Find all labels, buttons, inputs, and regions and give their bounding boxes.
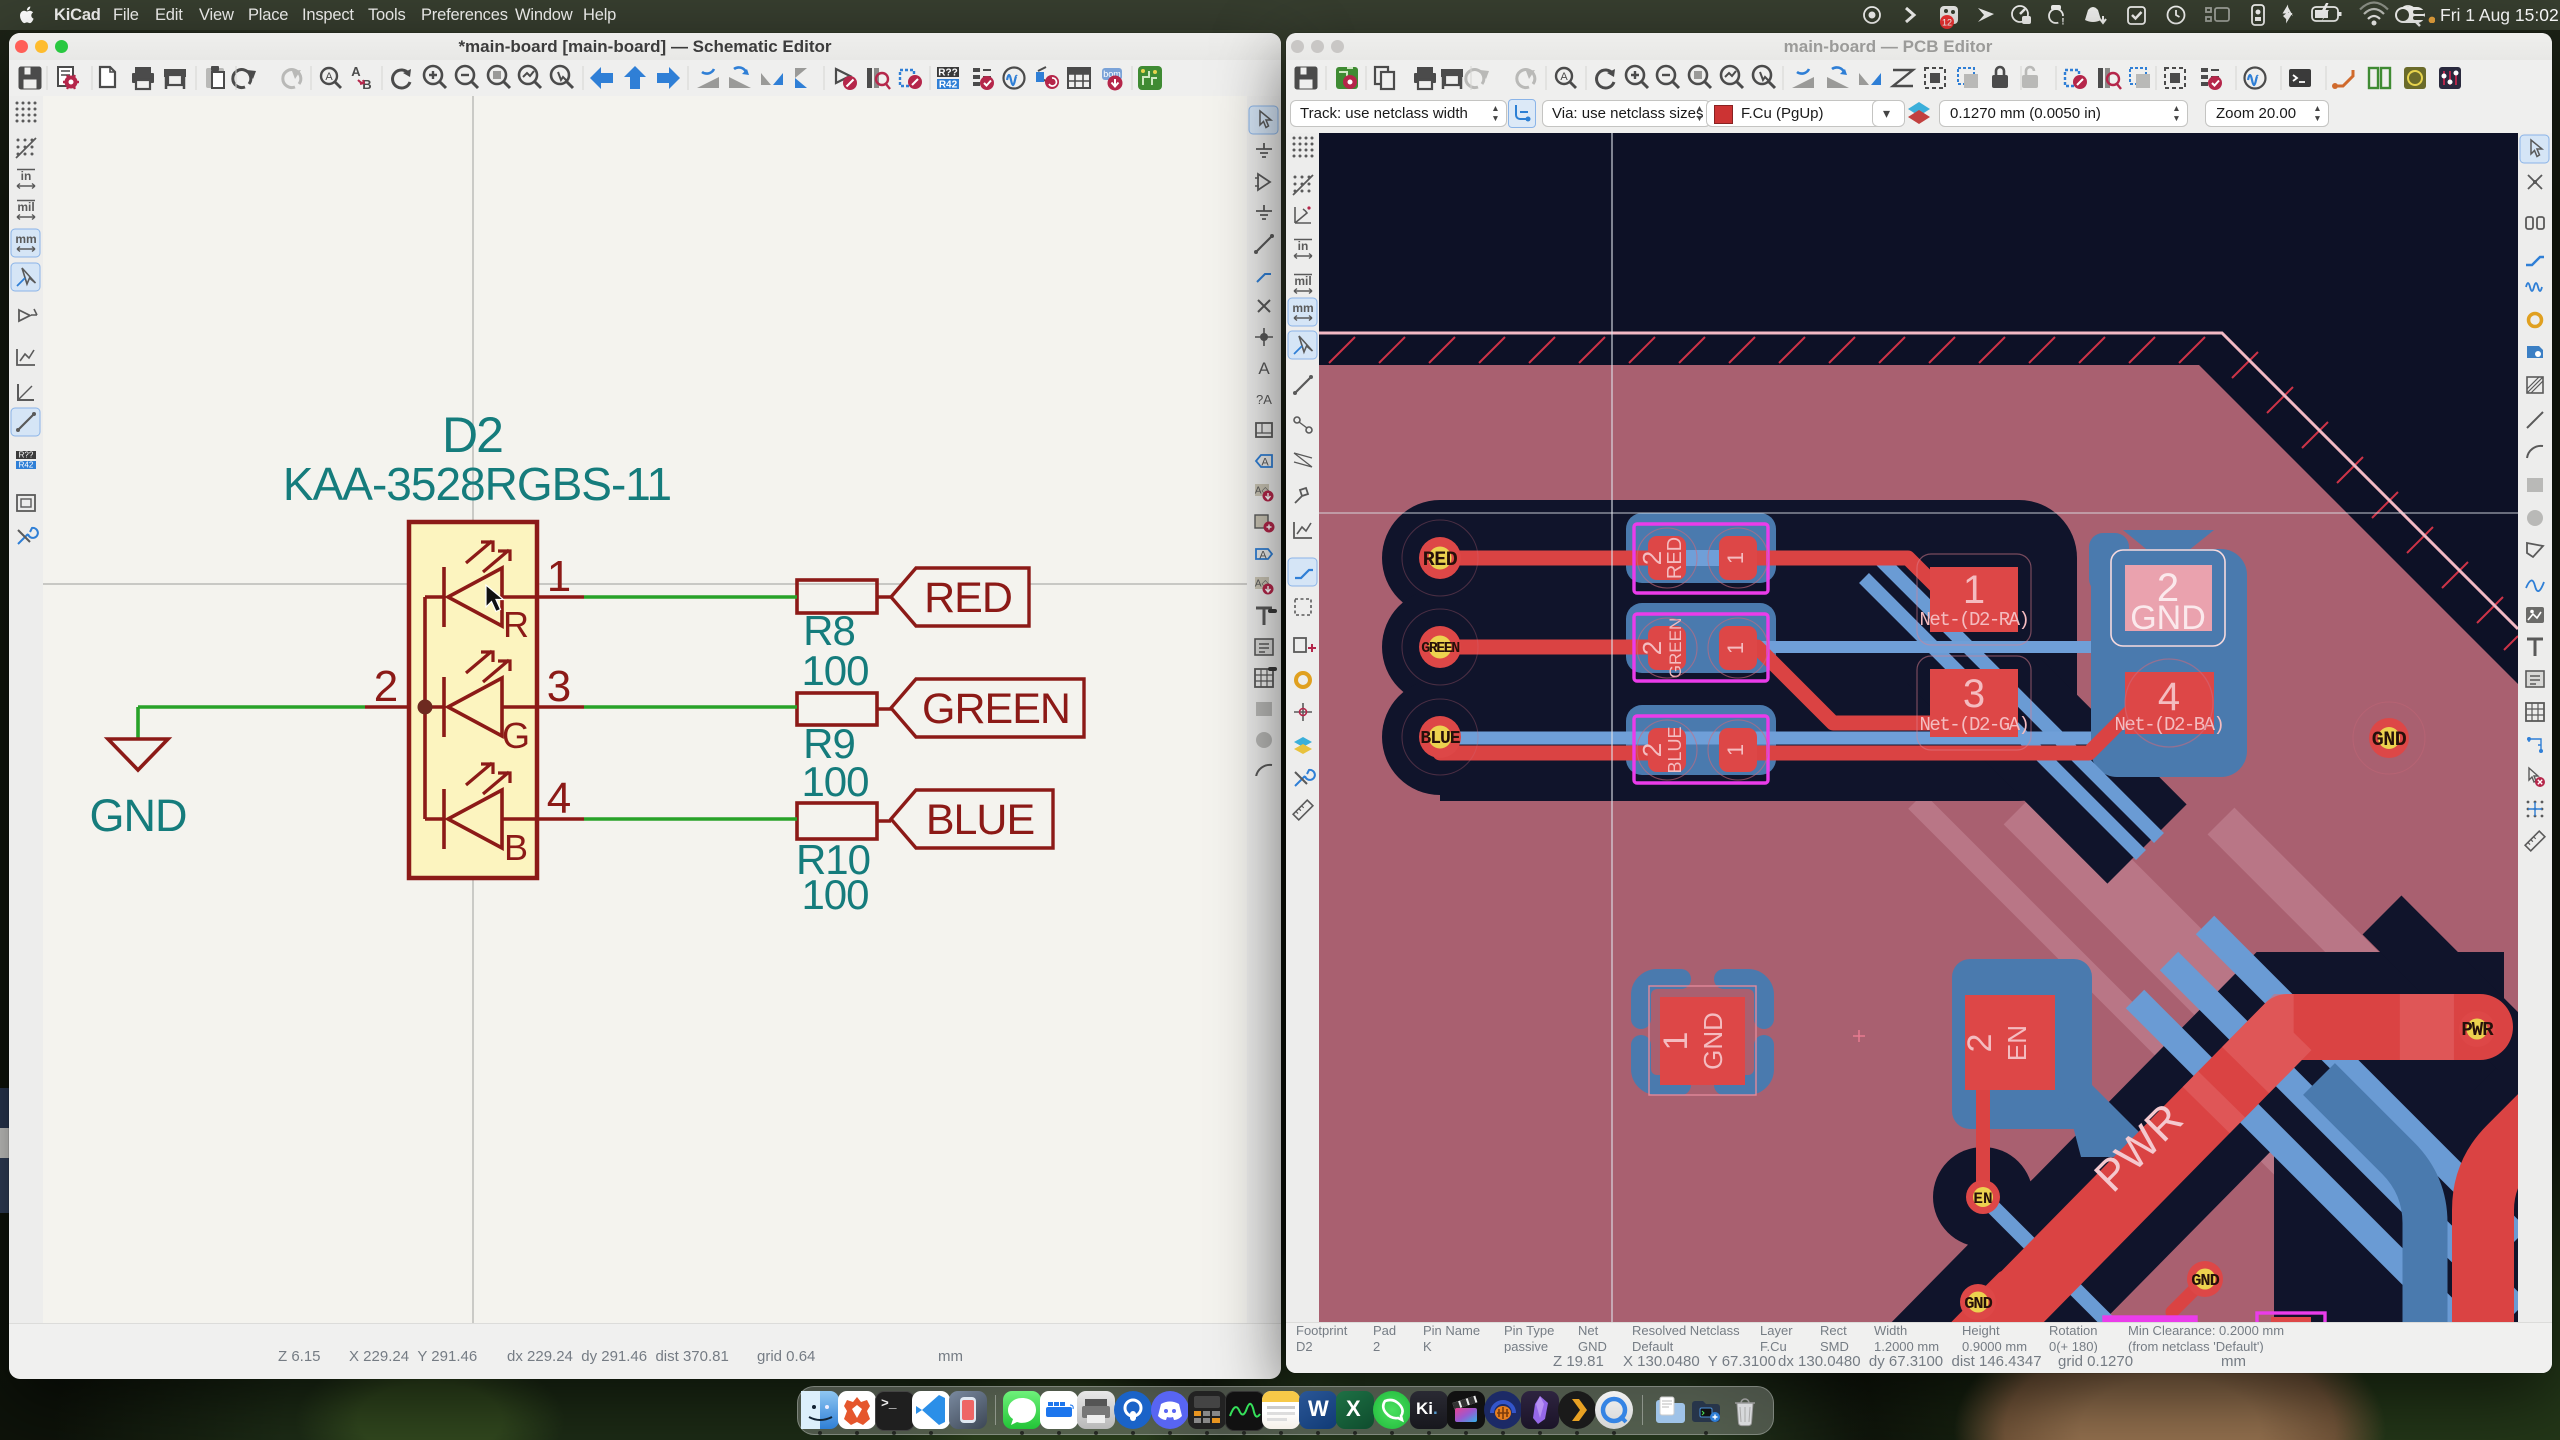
- svg-text:B: B: [504, 827, 528, 868]
- svg-text:GND: GND: [1698, 1012, 1728, 1070]
- svg-text:Net-(D2-RA): Net-(D2-RA): [1920, 609, 2029, 631]
- svg-text:GND: GND: [90, 790, 187, 841]
- svg-text:1: 1: [1723, 744, 1748, 756]
- svg-text:BLUE: BLUE: [1420, 729, 1460, 749]
- svg-text:A: A: [351, 64, 361, 79]
- svg-text:12: 12: [1942, 18, 1952, 28]
- svg-text:4: 4: [2158, 675, 2180, 719]
- svg-text:1: 1: [1723, 552, 1748, 564]
- svg-text:in: in: [21, 169, 32, 183]
- svg-text:GND: GND: [2372, 729, 2407, 752]
- svg-text:3: 3: [1963, 672, 1985, 716]
- svg-text:A: A: [325, 71, 333, 83]
- svg-text:BLUE: BLUE: [926, 796, 1034, 844]
- svg-text:2: 2: [374, 662, 398, 711]
- svg-text:RED: RED: [1664, 537, 1686, 579]
- svg-text:mil: mil: [1294, 274, 1311, 288]
- svg-text:BLUE: BLUE: [1665, 726, 1685, 773]
- svg-text:?A: ?A: [1256, 392, 1272, 407]
- svg-text:100: 100: [801, 647, 868, 694]
- svg-text:R??: R??: [19, 450, 34, 459]
- svg-text:2: 2: [1637, 641, 1667, 655]
- svg-text:mm: mm: [1292, 301, 1313, 315]
- svg-text:2: 2: [1961, 1034, 1999, 1053]
- svg-text:GND: GND: [2191, 1272, 2219, 1291]
- svg-text:100: 100: [801, 758, 868, 805]
- svg-text:RED: RED: [924, 574, 1012, 622]
- svg-text:2: 2: [1637, 743, 1667, 757]
- svg-text:A: A: [1258, 359, 1270, 378]
- svg-text:R: R: [503, 604, 529, 645]
- svg-text:GREEN: GREEN: [1666, 618, 1685, 678]
- svg-text:A: A: [1261, 457, 1269, 469]
- svg-text:R42: R42: [939, 80, 958, 91]
- svg-text:!: !: [2061, 17, 2064, 28]
- svg-text:GND: GND: [2130, 599, 2206, 637]
- svg-text:Net-(D2-GA): Net-(D2-GA): [1920, 714, 2029, 736]
- svg-text:A: A: [1560, 71, 1568, 83]
- svg-text:1: 1: [1963, 568, 1985, 612]
- svg-text:1: 1: [1657, 1032, 1695, 1051]
- svg-text:100: 100: [801, 871, 868, 918]
- svg-text:PWR: PWR: [2461, 1019, 2494, 1041]
- svg-text:R??: R??: [938, 68, 957, 79]
- svg-text:EN: EN: [2002, 1025, 2032, 1061]
- svg-text:mm: mm: [15, 232, 36, 246]
- svg-text:4: 4: [547, 774, 571, 823]
- svg-text:mil: mil: [17, 200, 34, 214]
- svg-text:3: 3: [547, 662, 571, 711]
- svg-text:RED: RED: [1423, 549, 1458, 572]
- svg-text:G: G: [502, 715, 530, 756]
- svg-text:EN: EN: [1973, 1190, 1992, 1208]
- svg-text:1: 1: [1723, 642, 1748, 654]
- svg-text:in: in: [1298, 239, 1309, 253]
- svg-text:GREEN: GREEN: [1421, 640, 1460, 657]
- svg-text:D2: D2: [442, 407, 502, 463]
- svg-text:R42: R42: [19, 461, 34, 470]
- svg-text:GREEN: GREEN: [922, 685, 1070, 733]
- svg-text:A: A: [1259, 550, 1267, 562]
- svg-text:B: B: [362, 77, 371, 92]
- svg-text:GND: GND: [1964, 1295, 1992, 1314]
- svg-text:KAA-3528RGBS-11: KAA-3528RGBS-11: [283, 458, 671, 510]
- svg-text:2: 2: [1637, 551, 1667, 565]
- svg-text:1: 1: [547, 552, 571, 601]
